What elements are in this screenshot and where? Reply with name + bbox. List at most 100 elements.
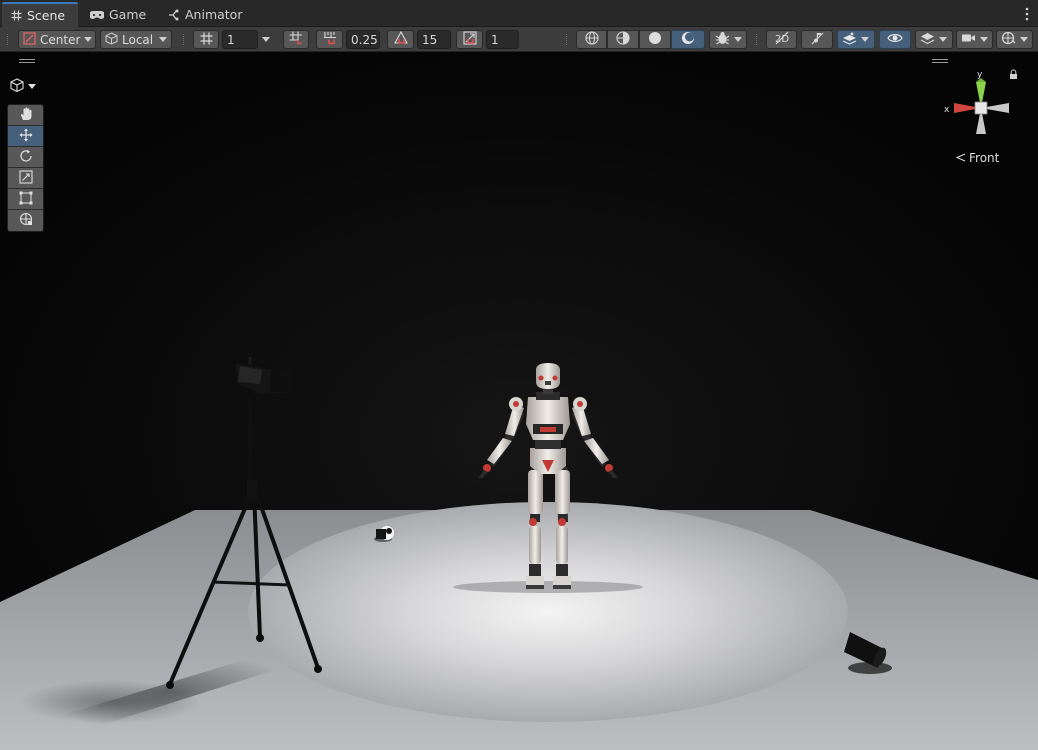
hand-icon [19,107,33,124]
scene-render [0,52,1038,750]
lock-icon[interactable] [1010,69,1017,79]
toolbar-grip[interactable] [756,34,758,45]
scale-snap-field[interactable]: 1 [486,30,519,49]
pivot-mode-label: Center [40,32,81,47]
increment-snap-icon [323,31,337,48]
chevron-down-icon [262,37,270,42]
audio-mute-icon [810,31,825,48]
camera-settings-dropdown[interactable] [956,30,993,49]
scene-viewport[interactable]: x y Front [0,52,1038,750]
view-options-dropdown[interactable] [10,78,36,95]
wireframe-shading-button[interactable] [576,30,607,49]
rotation-snap-value: 15 [422,32,438,47]
cube-icon [105,31,118,48]
move-arrows-icon [19,128,33,145]
shaded-button[interactable] [639,30,671,49]
tab-scene[interactable]: Scene [2,2,78,27]
wireframe-sphere-icon [584,31,599,48]
shaded-wireframe-button[interactable] [607,30,639,49]
tab-game[interactable]: Game [82,2,154,27]
pivot-mode-dropdown[interactable]: Center [18,30,96,49]
increment-snap-toggle[interactable] [316,30,343,49]
scene-toolbar: Center Local 1 0.25 15 1 2D [0,27,1038,52]
grid-icon [10,10,22,22]
rect-transform-icon [19,191,33,208]
overlay-grip[interactable] [932,59,948,63]
more-options-icon[interactable] [1025,7,1029,21]
toolbar-grip[interactable] [7,34,9,45]
scale-snap-toggle[interactable] [456,30,483,49]
gizmos-dropdown[interactable] [996,30,1033,49]
window-tab-bar: Scene Game Animator [0,0,1038,27]
eye-icon [887,32,903,47]
perspective-icon [955,151,966,165]
snap-increment-value: 0.25 [351,32,378,47]
toolbar-grip[interactable] [183,34,185,45]
grid-size-value: 1 [227,32,235,47]
pivot-icon [23,31,36,48]
grid-snap-toggle[interactable] [283,30,309,49]
grid-size-dropdown[interactable] [258,30,274,49]
chevron-down-icon [861,37,869,42]
grid-visibility-toggle[interactable] [193,30,219,49]
rotate-tool-button[interactable] [8,147,43,168]
space-mode-label: Local [122,32,154,47]
toolbar-grip[interactable] [566,34,568,45]
solid-sphere-icon [648,31,662,48]
scale-icon [18,169,33,187]
transform-tool-button[interactable] [8,210,43,231]
grid-size-field[interactable]: 1 [222,30,258,49]
scale-tool-button[interactable] [8,168,43,189]
camera-icon [961,32,976,47]
rotation-snap-icon [393,30,408,48]
gizmo-y-label: y [977,70,983,80]
layers-dropdown[interactable] [915,30,953,49]
animator-icon [168,9,180,21]
gizmo-globe-icon [1001,31,1016,48]
tab-animator-label: Animator [185,7,243,22]
layers-icon [920,31,935,48]
chevron-down-icon [84,37,93,42]
rect-tool-button[interactable] [8,189,43,210]
orientation-gizmo[interactable]: x y [940,66,1020,146]
effects-layers-icon [842,31,857,48]
view-mode-label[interactable]: Front [955,151,1000,165]
chevron-down-icon [939,37,947,42]
scale-snap-icon [462,31,477,48]
tools-overlay [7,104,44,232]
effects-dropdown[interactable] [837,30,875,49]
transform-icon [19,212,33,229]
space-mode-dropdown[interactable]: Local [100,30,172,49]
2d-view-toggle[interactable]: 2D [766,30,797,49]
scale-snap-value: 1 [491,32,499,47]
rotation-snap-field[interactable]: 15 [417,30,451,49]
tab-scene-label: Scene [27,8,66,23]
2d-icon: 2D [774,31,790,48]
audio-toggle[interactable] [801,30,833,49]
overlay-grip[interactable] [19,59,35,63]
tab-animator[interactable]: Animator [160,2,250,27]
cube-icon [10,78,24,95]
grid-snap-icon [200,32,213,48]
rotation-snap-toggle[interactable] [387,30,414,49]
chevron-down-icon [28,84,36,89]
gizmo-x-label: x [944,105,950,115]
shaded-wireframe-icon [616,31,630,48]
rotate-icon [19,149,33,166]
tab-game-label: Game [109,7,147,22]
chevron-down-icon [159,37,167,42]
chevron-down-icon [1020,37,1028,42]
chevron-down-icon [734,37,742,42]
hand-tool-button[interactable] [8,105,43,126]
lit-shading-button[interactable] [671,30,705,49]
scene-visibility-toggle[interactable] [879,30,911,49]
bug-icon [715,31,730,48]
view-mode-text: Front [969,151,1000,165]
snap-grid-icon [289,31,303,48]
debug-draw-mode-dropdown[interactable] [709,30,747,49]
move-tool-button[interactable] [8,126,43,147]
lit-sphere-icon [681,31,695,48]
snap-increment-field[interactable]: 0.25 [346,30,380,49]
chevron-down-icon [980,37,988,42]
gamepad-icon [90,9,104,21]
